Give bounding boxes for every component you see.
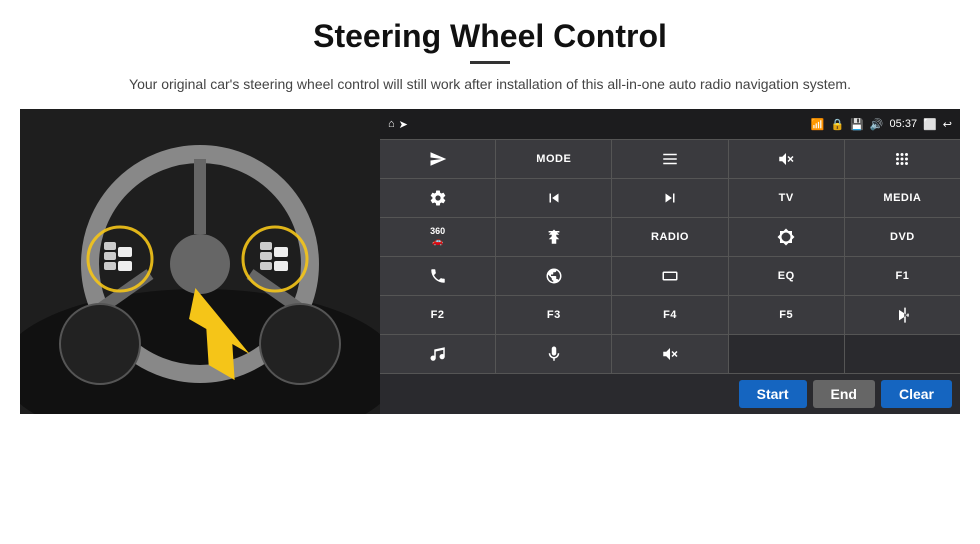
btn-next[interactable] [612,179,727,217]
button-grid: MODE TV ME [380,139,960,373]
btn-empty-1 [729,335,844,373]
nav-icon[interactable]: ➤ [399,118,408,131]
btn-music[interactable] [380,335,495,373]
bt-icon: 🔊 [870,118,884,131]
status-left: ⌂ ➤ [388,118,408,131]
sd-icon: 💾 [850,118,864,131]
status-bar: ⌂ ➤ 📶 🔒 💾 🔊 05:37 ⬜ ↩ [380,109,960,139]
btn-f3[interactable]: F3 [496,296,611,334]
content-area: ⌂ ➤ 📶 🔒 💾 🔊 05:37 ⬜ ↩ MODE [0,109,980,414]
btn-playpause[interactable] [845,296,960,334]
btn-360cam[interactable]: 360🚗 [380,218,495,256]
btn-mic[interactable] [496,335,611,373]
btn-dvd[interactable]: DVD [845,218,960,256]
end-button[interactable]: End [813,380,875,408]
btn-list[interactable] [612,140,727,178]
btn-f1[interactable]: F1 [845,257,960,295]
btn-rectangle[interactable] [612,257,727,295]
time-display: 05:37 [890,118,918,130]
btn-mute[interactable] [729,140,844,178]
btn-apps[interactable] [845,140,960,178]
status-right: 📶 🔒 💾 🔊 05:37 ⬜ ↩ [811,118,952,131]
btn-vol-hangup[interactable] [612,335,727,373]
lock-icon: 🔒 [830,118,844,131]
back-icon[interactable]: ↩ [943,118,952,131]
btn-send[interactable] [380,140,495,178]
btn-tv[interactable]: TV [729,179,844,217]
btn-f4[interactable]: F4 [612,296,727,334]
page-title: Steering Wheel Control [0,0,980,55]
screen-icon: ⬜ [923,118,937,131]
btn-globe[interactable] [496,257,611,295]
title-underline [470,61,510,64]
btn-f5[interactable]: F5 [729,296,844,334]
btn-settings[interactable] [380,179,495,217]
subtitle: Your original car's steering wheel contr… [0,74,980,95]
clear-button[interactable]: Clear [881,380,952,408]
btn-f2[interactable]: F2 [380,296,495,334]
btn-eq[interactable]: EQ [729,257,844,295]
btn-prev[interactable] [496,179,611,217]
bottom-bar: Start End Clear [380,373,960,414]
home-icon[interactable]: ⌂ [388,118,395,130]
control-panel: ⌂ ➤ 📶 🔒 💾 🔊 05:37 ⬜ ↩ MODE [380,109,960,414]
btn-phone[interactable] [380,257,495,295]
start-button[interactable]: Start [739,380,807,408]
btn-empty-2 [845,335,960,373]
btn-media[interactable]: MEDIA [845,179,960,217]
btn-radio[interactable]: RADIO [612,218,727,256]
steering-wheel-image [20,109,380,414]
btn-eject[interactable] [496,218,611,256]
btn-mode[interactable]: MODE [496,140,611,178]
wifi-icon: 📶 [811,118,825,131]
btn-brightness[interactable] [729,218,844,256]
